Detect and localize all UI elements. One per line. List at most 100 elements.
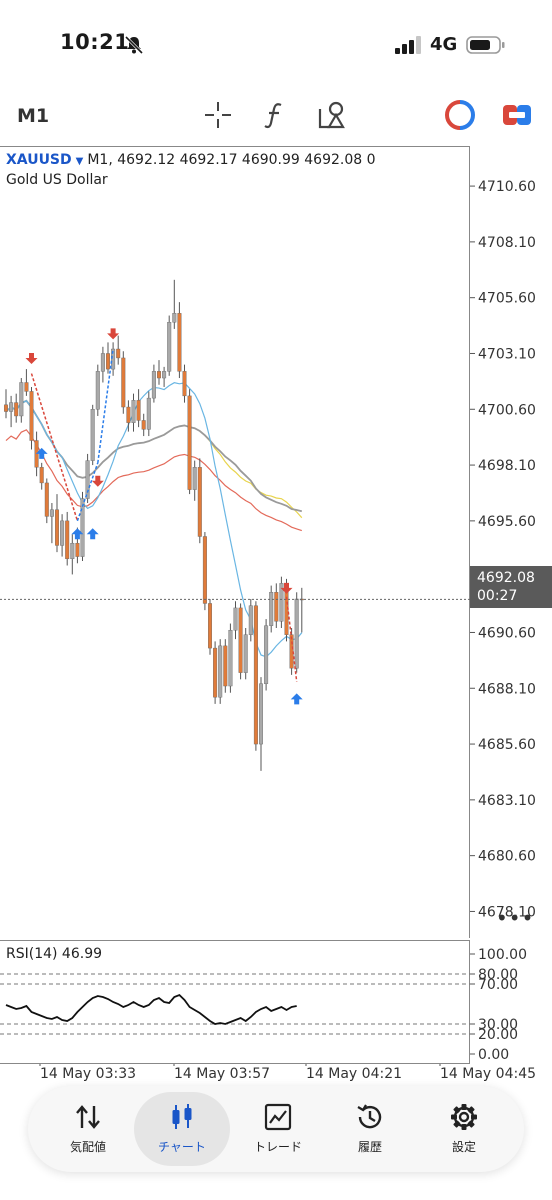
price-label: 4688.10 xyxy=(478,681,536,697)
candle-body xyxy=(80,498,85,557)
candle-body xyxy=(233,607,238,631)
candle-body xyxy=(151,371,156,399)
candle-body xyxy=(162,371,167,379)
candle-body xyxy=(202,536,207,604)
nav-label: トレード xyxy=(253,1140,302,1154)
price-label: 4703.10 xyxy=(478,346,536,362)
one-click-icon[interactable] xyxy=(500,98,534,132)
candle-body xyxy=(85,460,90,499)
candle-body xyxy=(9,402,14,412)
price-label: 4710.60 xyxy=(478,179,536,195)
ohlc-values: 4692.12 4692.17 4690.99 4692.08 0 xyxy=(117,152,376,168)
candle-body xyxy=(167,322,172,372)
buy-arrow-icon xyxy=(290,693,303,705)
nav-chart[interactable]: チャート xyxy=(134,1092,230,1166)
nav-quotes[interactable]: 気配値 xyxy=(40,1092,136,1166)
candle-body xyxy=(228,630,233,687)
function-icon[interactable] xyxy=(258,98,292,132)
current-price: 4692.08 xyxy=(477,570,535,586)
current-price-tag: 4692.08 00:27 xyxy=(470,566,552,608)
nav-label: チャート xyxy=(158,1140,206,1154)
price-label: 4695.60 xyxy=(478,514,536,530)
candle-body xyxy=(55,509,60,546)
trade-signals-icon[interactable] xyxy=(443,98,477,132)
candle-body xyxy=(192,467,197,490)
trade-icon xyxy=(264,1103,292,1131)
price-label: 4705.60 xyxy=(478,291,536,307)
candle-body xyxy=(264,625,269,684)
candle-body xyxy=(49,509,54,517)
candle-body xyxy=(172,313,177,323)
rsi-level-label: 20.00 xyxy=(478,1027,518,1043)
candle-body xyxy=(44,482,49,517)
nav-settings[interactable]: 設定 xyxy=(416,1092,512,1166)
status-bar: 10:21 4G xyxy=(0,0,552,90)
candle-body xyxy=(259,683,264,745)
price-label: 4700.60 xyxy=(478,402,536,418)
candle-body xyxy=(197,467,202,537)
chart-toolbar: M1 xyxy=(0,96,552,140)
bell-muted-icon xyxy=(124,35,144,55)
battery-icon xyxy=(466,36,505,54)
candle-body xyxy=(3,404,8,412)
rsi-label: RSI(14) 46.99 xyxy=(6,946,103,962)
candle-body xyxy=(70,542,75,560)
nav-label: 気配値 xyxy=(69,1140,106,1154)
rsi-level-label: 100.00 xyxy=(478,947,527,963)
price-label: 4683.10 xyxy=(478,793,536,809)
candle-body xyxy=(177,313,182,372)
ma-slow-line xyxy=(5,399,303,513)
ma-mid-line xyxy=(5,400,303,519)
price-label: 4708.10 xyxy=(478,235,536,251)
symbol-dropdown-icon[interactable]: ▼ xyxy=(76,156,84,167)
crosshair-icon[interactable] xyxy=(201,98,235,132)
candle-body xyxy=(75,542,80,557)
status-time: 10:21 xyxy=(60,30,130,54)
candle-body xyxy=(95,371,100,410)
bottom-navigation: 気配値 チャート トレード 履歴 設定 xyxy=(28,1086,524,1172)
candle-body xyxy=(90,409,95,461)
nav-label: 設定 xyxy=(451,1140,476,1154)
more-icon[interactable]: ••• xyxy=(496,906,534,930)
price-label: 4698.10 xyxy=(478,458,536,474)
candle-body xyxy=(187,395,192,490)
chart-timeframe-label: M1, xyxy=(87,152,113,168)
candle-body xyxy=(156,371,161,379)
candle-body xyxy=(19,382,24,417)
nav-label: 履歴 xyxy=(357,1140,382,1154)
bar-countdown: 00:27 xyxy=(477,588,518,604)
candle-body xyxy=(223,645,228,687)
nav-history[interactable]: 履歴 xyxy=(322,1092,418,1166)
candle-body xyxy=(141,420,146,430)
candle-body xyxy=(121,357,126,408)
candle-body xyxy=(60,520,65,546)
buy-arrow-icon xyxy=(86,528,99,540)
candle-body xyxy=(243,634,248,673)
time-label: 14 May 04:21 xyxy=(306,1066,403,1082)
candle-body xyxy=(39,467,44,484)
candle-body xyxy=(253,605,258,745)
candle-body xyxy=(269,592,274,626)
candle-body xyxy=(207,603,212,649)
time-label: 14 May 04:45 xyxy=(440,1066,537,1082)
signal-icon xyxy=(395,36,421,54)
time-label: 14 May 03:33 xyxy=(40,1066,137,1082)
settings-icon xyxy=(451,1104,477,1130)
candle-body xyxy=(100,353,105,372)
candle-body xyxy=(14,402,19,417)
candle-body xyxy=(182,371,187,397)
sell-arrow-icon xyxy=(91,475,104,487)
candle-body xyxy=(213,647,218,698)
objects-icon[interactable] xyxy=(316,98,350,132)
rsi-level-label: 0.00 xyxy=(478,1047,509,1063)
sell-arrow-icon xyxy=(107,328,120,340)
trade-line xyxy=(97,348,114,463)
candle-body xyxy=(294,598,299,669)
nav-trade[interactable]: トレード xyxy=(230,1092,326,1166)
symbol-description: Gold US Dollar xyxy=(6,172,108,188)
rsi-line xyxy=(5,993,297,1025)
candle-body xyxy=(24,382,29,392)
timeframe-button[interactable]: M1 xyxy=(17,105,49,127)
network-label: 4G xyxy=(430,34,458,55)
symbol-selector[interactable]: XAUUSD xyxy=(6,152,72,168)
